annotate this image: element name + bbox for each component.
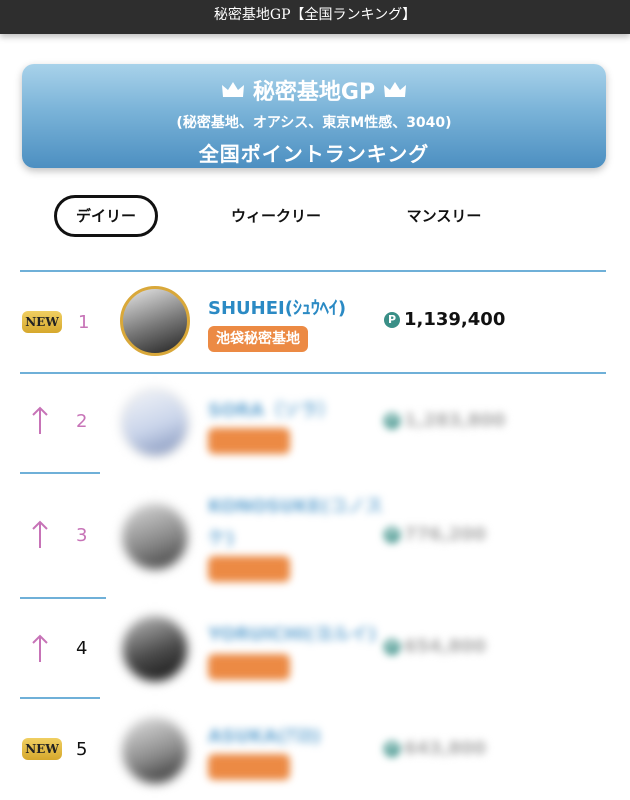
points-text: 776,200 bbox=[404, 524, 486, 545]
arrow-up-icon bbox=[32, 406, 48, 434]
points-icon: P bbox=[384, 740, 400, 757]
shop-tag bbox=[208, 754, 290, 780]
points-value: P 643,800 bbox=[384, 738, 486, 759]
points-text: 643,800 bbox=[404, 738, 486, 759]
ranking-row[interactable]: 4 YORUICHI(ヨルイ) P 654,800 bbox=[0, 604, 630, 694]
banner-subtitle: (秘密基地、オアシス、東京M性感、3040) bbox=[176, 115, 452, 131]
rank-number: 1 bbox=[78, 312, 90, 333]
ranking-row[interactable]: NEW 1 SHUHEI(ｼｭｳﾍｲ) 池袋秘密基地 P 1,139,400 bbox=[0, 282, 630, 370]
divider bbox=[20, 372, 606, 374]
cast-name[interactable]: KONOSUKE(コノス bbox=[208, 492, 383, 518]
points-value: P 1,139,400 bbox=[384, 309, 505, 330]
points-value: P 776,200 bbox=[384, 524, 486, 545]
points-icon: P bbox=[384, 638, 400, 655]
cast-name[interactable]: SORA（ソラ） bbox=[208, 396, 336, 422]
rank-number: 4 bbox=[76, 638, 88, 659]
points-icon: P bbox=[384, 412, 400, 429]
shop-tag bbox=[208, 654, 290, 680]
points-text: 654,800 bbox=[404, 636, 486, 657]
tab-daily[interactable]: デイリー bbox=[54, 195, 158, 237]
avatar[interactable] bbox=[120, 502, 190, 572]
avatar[interactable] bbox=[120, 388, 190, 458]
banner-heading: 全国ポイントランキング bbox=[198, 142, 430, 166]
divider bbox=[20, 597, 106, 599]
points-icon: P bbox=[384, 311, 400, 328]
ranking-row[interactable]: 2 SORA（ソラ） P 1,283,800 bbox=[0, 380, 630, 470]
ranking-banner: 秘密基地GP (秘密基地、オアシス、東京M性感、3040) 全国ポイントランキン… bbox=[22, 64, 606, 168]
divider bbox=[20, 472, 100, 474]
banner-title: 秘密基地GP bbox=[252, 80, 376, 105]
points-text: 1,139,400 bbox=[404, 309, 506, 330]
rank-number: 5 bbox=[76, 739, 88, 760]
app-header: 秘密基地GP【全国ランキング】 bbox=[0, 0, 630, 34]
shop-tag bbox=[208, 556, 290, 582]
divider bbox=[20, 270, 606, 272]
tab-weekly[interactable]: ウィークリー bbox=[216, 195, 336, 237]
period-tabs: デイリー ウィークリー マンスリー bbox=[0, 195, 630, 241]
new-badge: NEW bbox=[22, 738, 62, 760]
new-badge: NEW bbox=[22, 311, 62, 333]
rank-number: 2 bbox=[76, 411, 88, 432]
cast-name[interactable]: ASUKA(ｱｽｶ) bbox=[208, 722, 321, 748]
ranking-row[interactable]: NEW 5 ASUKA(ｱｽｶ) P 643,800 bbox=[0, 706, 630, 796]
cast-name-line2[interactable]: ケ) bbox=[208, 524, 234, 550]
cast-name[interactable]: YORUICHI(ヨルイ) bbox=[208, 620, 376, 646]
avatar[interactable] bbox=[120, 614, 190, 684]
points-text: 1,283,800 bbox=[404, 410, 506, 431]
avatar[interactable] bbox=[120, 286, 190, 356]
cast-name[interactable]: SHUHEI(ｼｭｳﾍｲ) bbox=[208, 294, 346, 320]
shop-tag: 池袋秘密基地 bbox=[208, 326, 308, 352]
points-icon: P bbox=[384, 526, 400, 543]
crown-icon bbox=[221, 82, 244, 97]
crown-icon bbox=[384, 82, 407, 97]
ranking-row[interactable]: 3 KONOSUKE(コノス ケ) P 776,200 bbox=[0, 482, 630, 594]
page-title: 秘密基地GP【全国ランキング】 bbox=[213, 7, 417, 23]
arrow-up-icon bbox=[32, 520, 48, 548]
avatar[interactable] bbox=[120, 716, 190, 786]
shop-tag bbox=[208, 428, 290, 454]
points-value: P 654,800 bbox=[384, 636, 486, 657]
tab-monthly[interactable]: マンスリー bbox=[392, 195, 496, 237]
rank-number: 3 bbox=[76, 525, 88, 546]
points-value: P 1,283,800 bbox=[384, 410, 505, 431]
divider bbox=[20, 697, 100, 699]
arrow-up-icon bbox=[32, 634, 48, 662]
